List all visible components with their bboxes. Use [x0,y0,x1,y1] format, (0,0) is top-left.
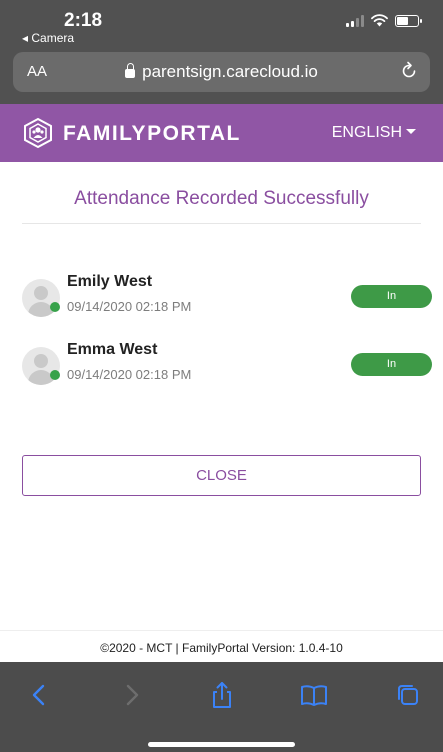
home-indicator [148,742,295,747]
online-indicator [50,302,60,312]
language-label: ENGLISH [331,124,402,141]
familyportal-logo-icon [24,117,52,149]
language-selector[interactable]: ENGLISH [332,124,416,142]
url-text[interactable]: parentsign.carecloud.io [13,62,430,82]
browser-chrome: 2:18 ◂ Camera AA parentsign.carecloud.io [0,0,443,104]
cellular-signal-icon [346,14,364,27]
title-divider [22,223,421,224]
sign-in-timestamp: 09/14/2020 02:18 PM [67,367,192,382]
status-badge: In [351,285,432,308]
address-bar[interactable]: AA parentsign.carecloud.io [13,52,430,92]
back-to-camera-link[interactable]: ◂ Camera [22,31,74,45]
close-button[interactable]: CLOSE [22,455,421,496]
online-indicator [50,370,60,380]
wifi-icon [371,14,388,27]
child-name: Emma West [67,341,158,358]
child-row: Emma West 09/14/2020 02:18 PM In [0,341,443,391]
child-row: Emily West 09/14/2020 02:18 PM In [0,273,443,323]
share-icon[interactable] [207,680,237,710]
tabs-icon[interactable] [393,680,423,710]
app-header: FAMILYPORTAL ENGLISH [0,104,443,162]
brand-name: FAMILYPORTAL [63,122,241,145]
footer-text: ©2020 - MCT | FamilyPortal Version: 1.0.… [100,641,343,655]
back-arrow-icon[interactable] [24,680,54,710]
caret-down-icon [406,129,416,135]
browser-toolbar [0,662,443,752]
status-icons [346,14,422,27]
status-time: 2:18 [64,10,103,31]
child-name: Emily West [67,273,153,290]
battery-icon [395,14,422,27]
page-title: Attendance Recorded Successfully [74,188,369,209]
sign-in-timestamp: 09/14/2020 02:18 PM [67,299,192,314]
lock-icon [125,63,136,78]
footer-divider [0,630,443,631]
forward-arrow-icon[interactable] [117,680,147,710]
status-badge: In [351,353,432,376]
reload-icon[interactable] [400,61,418,81]
bookmarks-icon[interactable] [299,680,329,710]
